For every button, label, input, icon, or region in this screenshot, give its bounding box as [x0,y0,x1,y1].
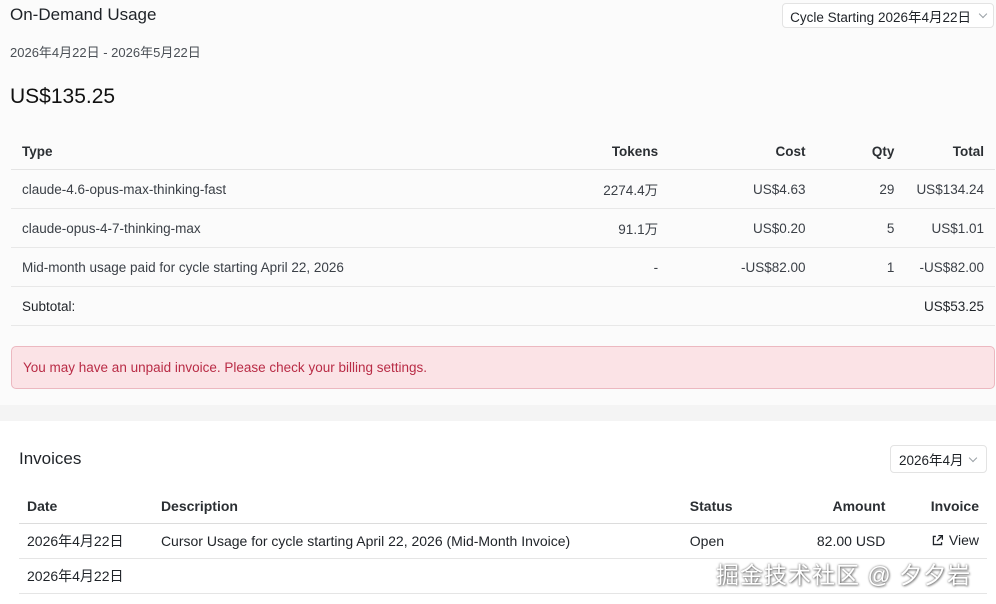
invoices-table: Date Description Status Amount Invoice 2… [19,489,987,594]
month-select-value: 2026年4月 [899,453,964,468]
cycle-select[interactable]: Cycle Starting 2026年4月22日 [782,3,994,28]
usage-type: claude-opus-4-7-thinking-max [11,208,556,248]
external-link-icon [932,534,943,545]
usage-title: On-Demand Usage [10,5,157,24]
column-header-invoice: Invoice [905,489,987,524]
invoice-date: 2026年4月22日 [19,558,161,594]
section-divider [0,405,996,421]
invoice-status: Open [689,523,783,559]
usage-cost: US$4.63 [669,169,817,209]
column-header-qty: Qty [816,134,906,170]
invoice-row: 2026年4月22日 Cursor Usage for cycle starti… [19,523,987,559]
usage-tokens: 91.1万 [555,208,670,248]
month-select[interactable]: 2026年4月 [890,445,987,473]
total-amount: US$135.25 [10,85,116,108]
usage-type: Mid-month usage paid for cycle starting … [11,247,556,287]
invoice-row: 2026年4月22日 [19,558,987,594]
usage-tokens: - [555,247,670,287]
invoices-table-header: Date Description Status Amount Invoice [19,489,987,524]
column-header-amount: Amount [782,489,906,524]
usage-cost: US$0.20 [669,208,817,248]
column-header-type: Type [11,134,556,170]
invoice-description [160,558,690,594]
view-invoice-label: View [948,532,979,549]
usage-row: Mid-month usage paid for cycle starting … [11,247,995,287]
column-header-description: Description [160,489,690,524]
invoices-title: Invoices [19,449,82,468]
usage-table: Type Tokens Cost Qty Total claude-4.6-op… [11,134,995,326]
date-range: 2026年4月22日 - 2026年5月22日 [10,45,201,60]
usage-total: US$1.01 [905,208,995,248]
usage-tokens: 2274.4万 [555,169,670,209]
column-header-total: Total [905,134,995,170]
chevron-down-icon [978,9,988,19]
usage-total: US$134.24 [905,169,995,209]
usage-qty: 29 [816,169,906,209]
usage-table-header: Type Tokens Cost Qty Total [11,134,995,170]
invoice-date: 2026年4月22日 [19,523,161,559]
column-header-tokens: Tokens [555,134,670,170]
usage-row: claude-4.6-opus-max-thinking-fast 2274.4… [11,169,995,209]
usage-qty: 5 [816,208,906,248]
invoice-amount [782,558,906,594]
usage-row: claude-opus-4-7-thinking-max 91.1万 US$0.… [11,208,995,248]
invoice-description: Cursor Usage for cycle starting April 22… [160,523,690,559]
column-header-date: Date [19,489,161,524]
alert-message: You may have an unpaid invoice. Please c… [23,360,427,375]
on-demand-usage-section: On-Demand Usage Cycle Starting 2026年4月22… [0,0,996,405]
subtotal-row: Subtotal: US$53.25 [11,286,995,326]
subtotal-value: US$53.25 [905,286,995,326]
usage-type: claude-4.6-opus-max-thinking-fast [11,169,556,209]
invoice-link-cell [905,558,987,594]
subtotal-label: Subtotal: [11,286,556,326]
column-header-cost: Cost [669,134,817,170]
chevron-down-icon [968,453,978,463]
view-invoice-link[interactable]: View [931,532,979,548]
usage-cost: -US$82.00 [669,247,817,287]
usage-total: -US$82.00 [905,247,995,287]
cycle-select-value: Cycle Starting 2026年4月22日 [790,9,971,25]
invoice-status [689,558,783,594]
column-header-status: Status [689,489,783,524]
usage-qty: 1 [816,247,906,287]
invoice-amount: 82.00 USD [782,523,906,559]
unpaid-invoice-alert: You may have an unpaid invoice. Please c… [11,346,995,389]
